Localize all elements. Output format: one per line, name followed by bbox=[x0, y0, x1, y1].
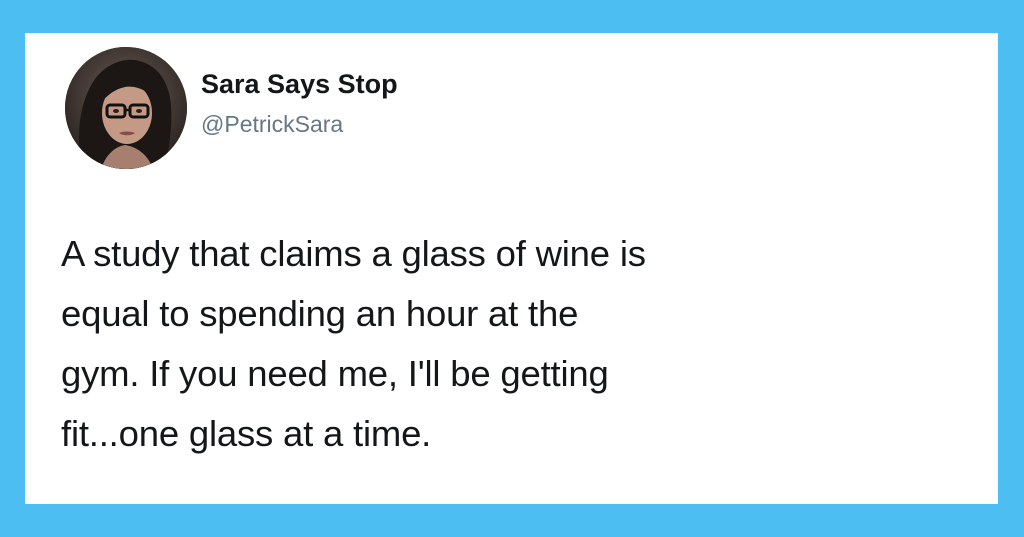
tweet-card: Sara Says Stop @PetrickSara A study that… bbox=[25, 33, 998, 504]
display-name[interactable]: Sara Says Stop bbox=[201, 69, 398, 100]
user-handle[interactable]: @PetrickSara bbox=[201, 111, 343, 138]
profile-photo-icon bbox=[65, 47, 187, 169]
tweet-text: A study that claims a glass of wine is e… bbox=[61, 224, 981, 464]
tweet-line: equal to spending an hour at the bbox=[61, 293, 579, 334]
tweet-line: fit...one glass at a time. bbox=[61, 413, 432, 454]
tweet-line: A study that claims a glass of wine is bbox=[61, 233, 646, 274]
tweet-line: gym. If you need me, I'll be getting bbox=[61, 353, 609, 394]
avatar[interactable] bbox=[65, 47, 187, 169]
